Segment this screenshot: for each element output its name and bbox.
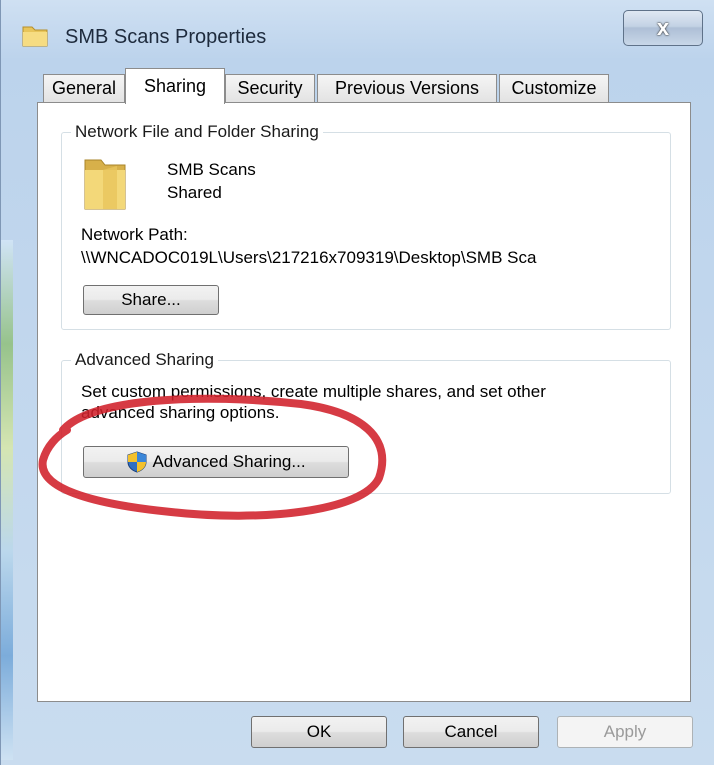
- close-button[interactable]: x: [623, 10, 703, 46]
- tab-label: Security: [237, 78, 303, 98]
- button-label: Advanced Sharing...: [152, 452, 306, 471]
- tab-security[interactable]: Security: [225, 74, 315, 102]
- group-label: Advanced Sharing: [71, 350, 218, 370]
- tab-label: General: [51, 78, 117, 98]
- tab-label: Customize: [511, 78, 597, 98]
- tab-sharing[interactable]: Sharing: [125, 68, 225, 104]
- tab-general[interactable]: General: [43, 74, 125, 102]
- button-label: OK: [306, 722, 332, 741]
- advanced-sharing-button[interactable]: Advanced Sharing...: [83, 446, 349, 478]
- group-label: Network File and Folder Sharing: [71, 122, 323, 142]
- uac-shield-icon: [127, 451, 147, 473]
- window-frame-glow: [1, 240, 13, 760]
- window-title: SMB Scans Properties: [65, 26, 267, 48]
- folder-icon: [22, 26, 48, 47]
- button-label: Cancel: [444, 722, 498, 741]
- advanced-sharing-description: advanced sharing options.: [81, 403, 280, 422]
- share-status: Shared: [167, 183, 222, 202]
- button-label: Share...: [121, 290, 181, 309]
- folder-name: SMB Scans: [167, 160, 256, 179]
- advanced-sharing-description: Set custom permissions, create multiple …: [81, 382, 546, 401]
- tab-customize[interactable]: Customize: [499, 74, 609, 102]
- cancel-button[interactable]: Cancel: [403, 716, 539, 748]
- network-path-label: Network Path:: [81, 225, 188, 244]
- tab-previous-versions[interactable]: Previous Versions: [317, 74, 497, 102]
- network-path-value: \\WNCADOC019L\Users\217216x709319\Deskto…: [81, 248, 537, 267]
- share-button[interactable]: Share...: [83, 285, 219, 315]
- tab-label: Previous Versions: [334, 78, 480, 98]
- close-icon: x: [656, 15, 670, 40]
- tab-label: Sharing: [143, 76, 207, 96]
- apply-button[interactable]: Apply: [557, 716, 693, 748]
- ok-button[interactable]: OK: [251, 716, 387, 748]
- properties-window: SMB Scans Properties x General Sharing S…: [0, 0, 714, 765]
- button-label: Apply: [603, 722, 647, 741]
- title-bar[interactable]: SMB Scans Properties x: [1, 0, 714, 64]
- folder-icon: [84, 159, 126, 210]
